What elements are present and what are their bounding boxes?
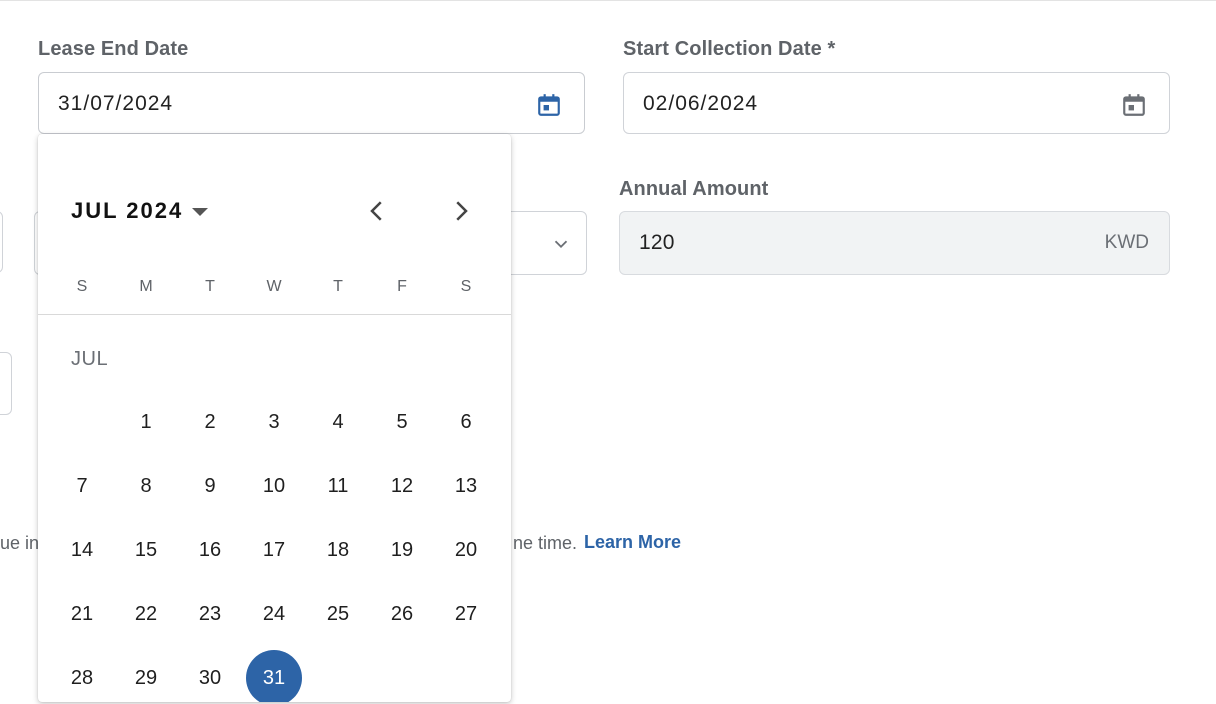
calendar-day[interactable]: 19 bbox=[374, 522, 430, 578]
calendar-day[interactable]: 21 bbox=[54, 586, 110, 642]
date-picker-popup: JUL 2024 S M T W T F S JUL 1 2 3 4 5 6 7 8 9 10 11… bbox=[38, 134, 511, 702]
weekday-label: W bbox=[266, 278, 282, 295]
calendar-day[interactable]: 8 bbox=[118, 458, 174, 514]
start-collection-date-value: 02/06/2024 bbox=[643, 92, 759, 115]
calendar-icon[interactable] bbox=[536, 92, 562, 118]
annual-amount-label: Annual Amount bbox=[619, 178, 769, 200]
learn-more-link[interactable]: Learn More bbox=[584, 532, 681, 553]
start-collection-label: Start Collection Date * bbox=[623, 38, 836, 60]
calendar-icon[interactable] bbox=[1121, 92, 1147, 118]
calendar-day[interactable]: 4 bbox=[310, 394, 366, 450]
calendar-day[interactable]: 27 bbox=[438, 586, 494, 642]
calendar-day[interactable]: 16 bbox=[182, 522, 238, 578]
caret-down-icon bbox=[192, 208, 209, 216]
calendar-day[interactable]: 3 bbox=[246, 394, 302, 450]
helper-text-right: ne time. bbox=[513, 533, 578, 553]
annual-amount-field: 120 KWD bbox=[619, 211, 1170, 275]
weekday-label: S bbox=[460, 278, 472, 295]
chevron-left-icon[interactable] bbox=[362, 196, 392, 226]
calendar-day[interactable]: 9 bbox=[182, 458, 238, 514]
calendar-day[interactable]: 22 bbox=[118, 586, 174, 642]
calendar-day[interactable]: 14 bbox=[54, 522, 110, 578]
month-year-text: JUL 2024 bbox=[71, 198, 184, 223]
calendar-day[interactable]: 24 bbox=[246, 586, 302, 642]
chevron-down-icon[interactable] bbox=[550, 233, 572, 255]
calendar-day[interactable]: 2 bbox=[182, 394, 238, 450]
hidden-left-field-2[interactable] bbox=[0, 352, 12, 415]
calendar-day[interactable]: 17 bbox=[246, 522, 302, 578]
calendar-day[interactable]: 12 bbox=[374, 458, 430, 514]
selected-day[interactable]: 31 bbox=[246, 650, 302, 702]
calendar-day[interactable]: 18 bbox=[310, 522, 366, 578]
calendar-divider bbox=[38, 314, 511, 315]
start-collection-date-field[interactable]: 02/06/2024 bbox=[623, 72, 1170, 134]
calendar-day[interactable]: 28 bbox=[54, 650, 110, 702]
calendar-day[interactable]: 29 bbox=[118, 650, 174, 702]
calendar-day[interactable]: 7 bbox=[54, 458, 110, 514]
top-border bbox=[0, 0, 1216, 1]
lease-end-date-value: 31/07/2024 bbox=[58, 92, 174, 115]
hidden-left-field[interactable] bbox=[0, 211, 3, 273]
calendar-day[interactable]: 15 bbox=[118, 522, 174, 578]
month-section-label: JUL bbox=[71, 348, 109, 370]
weekday-label: M bbox=[139, 278, 153, 295]
form-page: Lease End Date 31/07/2024 Start Collecti… bbox=[0, 0, 1216, 704]
lease-end-date-field[interactable]: 31/07/2024 bbox=[38, 72, 585, 134]
month-year-selector[interactable]: JUL 2024 bbox=[71, 197, 209, 225]
calendar-day[interactable]: 26 bbox=[374, 586, 430, 642]
calendar-day[interactable]: 5 bbox=[374, 394, 430, 450]
chevron-right-icon[interactable] bbox=[446, 196, 476, 226]
weekday-label: T bbox=[333, 278, 343, 295]
helper-text-left: ue in bbox=[0, 533, 40, 553]
calendar-day[interactable]: 1 bbox=[118, 394, 174, 450]
weekday-label: F bbox=[397, 278, 407, 295]
weekday-label: S bbox=[76, 278, 88, 295]
calendar-day[interactable]: 6 bbox=[438, 394, 494, 450]
calendar-day[interactable]: 10 bbox=[246, 458, 302, 514]
calendar-day[interactable]: 30 bbox=[182, 650, 238, 702]
weekday-label: T bbox=[205, 278, 215, 295]
calendar-day[interactable]: 23 bbox=[182, 586, 238, 642]
currency-suffix: KWD bbox=[1104, 232, 1149, 253]
lease-end-label: Lease End Date bbox=[38, 38, 189, 60]
annual-amount-value: 120 bbox=[639, 231, 675, 254]
calendar-day[interactable]: 13 bbox=[438, 458, 494, 514]
calendar-day[interactable]: 11 bbox=[310, 458, 366, 514]
weekday-header: S M T W T F S bbox=[50, 278, 498, 298]
calendar-day[interactable]: 25 bbox=[310, 586, 366, 642]
calendar-day[interactable]: 20 bbox=[438, 522, 494, 578]
